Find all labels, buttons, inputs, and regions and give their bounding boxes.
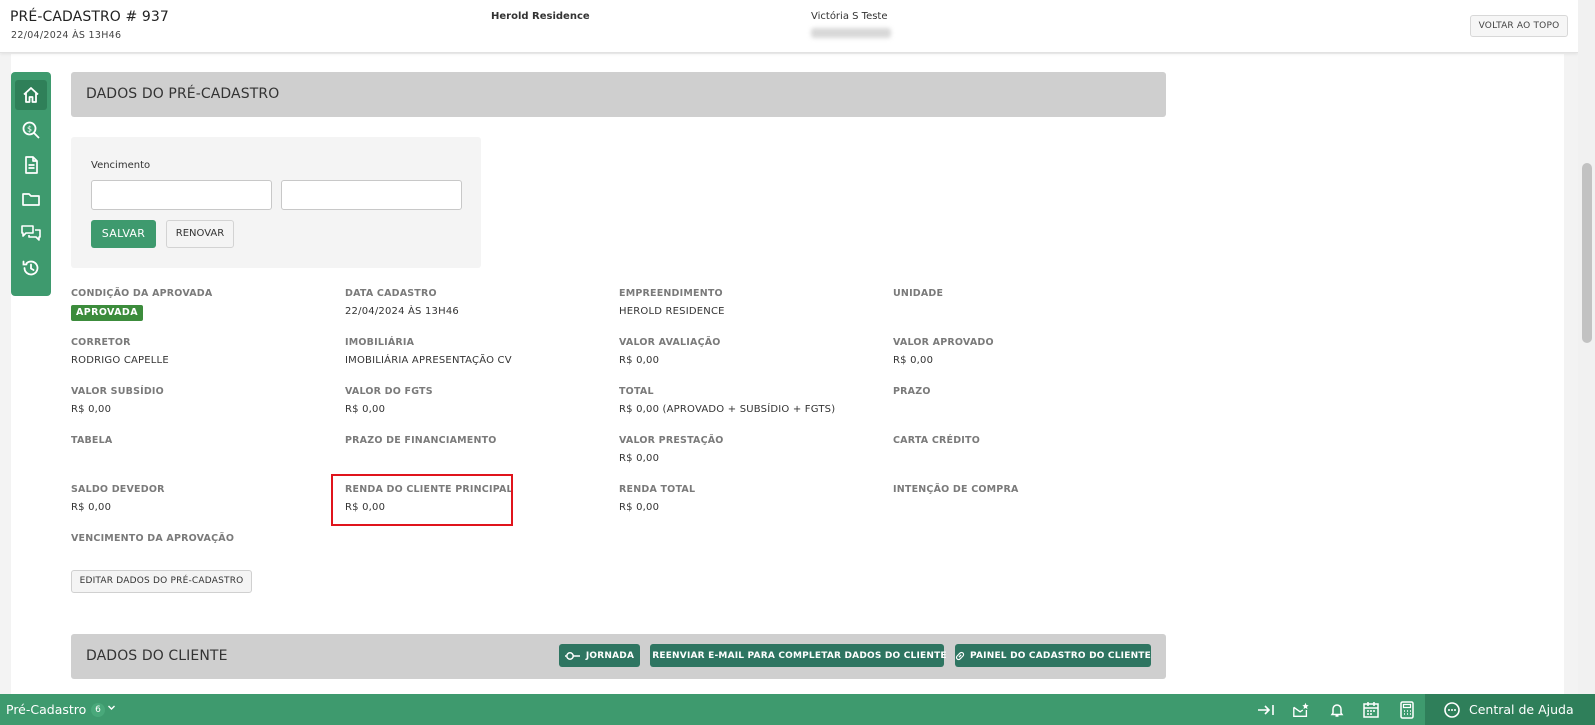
home-icon[interactable] <box>15 80 47 110</box>
field-label: EMPREENDIMENTO <box>619 288 723 299</box>
back-to-top-button[interactable]: VOLTAR AO TOPO <box>1470 15 1568 37</box>
page-date: 22/04/2024 ÀS 13H46 <box>11 30 122 41</box>
jornada-button[interactable]: JORNADA <box>559 644 640 667</box>
field-value: R$ 0,00 <box>893 355 934 366</box>
renew-button[interactable]: RENOVAR <box>166 220 234 248</box>
field-label: PRAZO DE FINANCIAMENTO <box>345 435 497 446</box>
section-pre-cadastro-header: DADOS DO PRÉ-CADASTRO <box>71 72 1166 117</box>
chat-icon[interactable] <box>15 218 47 248</box>
field-label: TOTAL <box>619 386 654 397</box>
field-label: CARTA CRÉDITO <box>893 435 980 446</box>
field-value: R$ 0,00 <box>619 355 660 366</box>
folder-icon[interactable] <box>15 184 47 214</box>
resend-email-button[interactable]: REENVIAR E-MAIL PARA COMPLETAR DADOS DO … <box>650 644 947 667</box>
save-button[interactable]: SALVAR <box>91 220 156 248</box>
chevron-down-icon[interactable] <box>107 701 116 718</box>
field-value: R$ 0,00 <box>345 404 386 415</box>
field-label: RENDA TOTAL <box>619 484 696 495</box>
header-client-name: Victória S Teste <box>811 11 888 22</box>
field-label: VALOR PRESTAÇÃO <box>619 435 724 446</box>
field-label: CONDIÇÃO DA APROVADA <box>71 288 213 299</box>
field-value: R$ 0,00 <box>71 404 112 415</box>
jornada-icon <box>564 651 580 660</box>
field-label: DATA CADASTRO <box>345 288 437 299</box>
help-center-button[interactable]: Central de Ajuda <box>1425 694 1595 725</box>
field-label: VALOR AVALIAÇÃO <box>619 337 721 348</box>
field-label: IMOBILIÁRIA <box>345 337 415 348</box>
page-title: PRÉ-CADASTRO # 937 <box>10 9 169 25</box>
client-panel-label: PAINEL DO CADASTRO DO CLIENTE <box>970 650 1151 661</box>
scrollbar-thumb[interactable] <box>1582 163 1592 343</box>
mail-star-icon[interactable] <box>1292 701 1310 719</box>
field-label: VALOR SUBSÍDIO <box>71 386 164 397</box>
page-header: PRÉ-CADASTRO # 937 22/04/2024 ÀS 13H46 H… <box>0 0 1578 53</box>
field-value: RODRIGO CAPELLE <box>71 355 169 366</box>
status-badge: APROVADA <box>71 305 143 321</box>
link-icon <box>955 651 965 660</box>
edit-pre-cadastro-button[interactable]: EDITAR DADOS DO PRÉ-CADASTRO <box>71 570 252 593</box>
header-client-redacted <box>811 28 891 38</box>
field-value: R$ 0,00 (APROVADO + SUBSÍDIO + FGTS) <box>619 404 836 415</box>
field-label: INTENÇÃO DE COMPRA <box>893 484 1019 495</box>
field-value: HEROLD RESIDENCE <box>619 306 725 317</box>
help-center-label: Central de Ajuda <box>1469 702 1574 717</box>
search-dollar-icon[interactable]: $ <box>15 115 47 145</box>
document-icon[interactable] <box>15 150 47 180</box>
field-label: CORRETOR <box>71 337 131 348</box>
field-label: VENCIMENTO DA APROVAÇÃO <box>71 533 235 544</box>
field-value: R$ 0,00 <box>619 502 660 513</box>
field-label: TABELA <box>71 435 113 446</box>
section-title: DADOS DO CLIENTE <box>86 648 228 664</box>
side-navigation: $ <box>11 72 51 296</box>
vencimento-label: Vencimento <box>91 160 151 171</box>
field-label: VALOR DO FGTS <box>345 386 433 397</box>
field-value: R$ 0,00 <box>619 453 660 464</box>
collapse-right-icon[interactable] <box>1257 701 1275 719</box>
field-label: UNIDADE <box>893 288 944 299</box>
help-chat-icon <box>1444 701 1460 718</box>
resend-email-label: REENVIAR E-MAIL PARA COMPLETAR DADOS DO … <box>652 650 947 661</box>
vencimento-date-input[interactable] <box>91 180 272 210</box>
field-label: PRAZO <box>893 386 931 397</box>
field-value: IMOBILIÁRIA APRESENTAÇÃO CV <box>345 355 512 366</box>
svg-text:$: $ <box>27 125 32 134</box>
header-empreendimento: Herold Residence <box>491 11 590 22</box>
highlight-box <box>331 474 513 526</box>
calendar-icon[interactable] <box>1362 701 1380 719</box>
bell-icon[interactable] <box>1328 701 1346 719</box>
vencimento-time-input[interactable] <box>281 180 462 210</box>
count-badge: 6 <box>91 703 105 717</box>
field-value: 22/04/2024 ÀS 13H46 <box>345 306 459 317</box>
client-panel-button[interactable]: PAINEL DO CADASTRO DO CLIENTE <box>955 644 1151 667</box>
vertical-scrollbar[interactable] <box>1578 0 1595 694</box>
section-title: DADOS DO PRÉ-CADASTRO <box>86 86 280 102</box>
field-label: SALDO DEVEDOR <box>71 484 165 495</box>
field-value: R$ 0,00 <box>71 502 112 513</box>
history-icon[interactable] <box>15 253 47 283</box>
field-label: VALOR APROVADO <box>893 337 994 348</box>
bottom-bar: Pré-Cadastro 6 Central de Ajuda <box>0 694 1595 725</box>
jornada-label: JORNADA <box>585 650 635 661</box>
bottom-bar-title[interactable]: Pré-Cadastro <box>6 702 86 717</box>
vencimento-panel: Vencimento SALVAR RENOVAR <box>71 137 481 268</box>
calculator-icon[interactable] <box>1398 701 1416 719</box>
